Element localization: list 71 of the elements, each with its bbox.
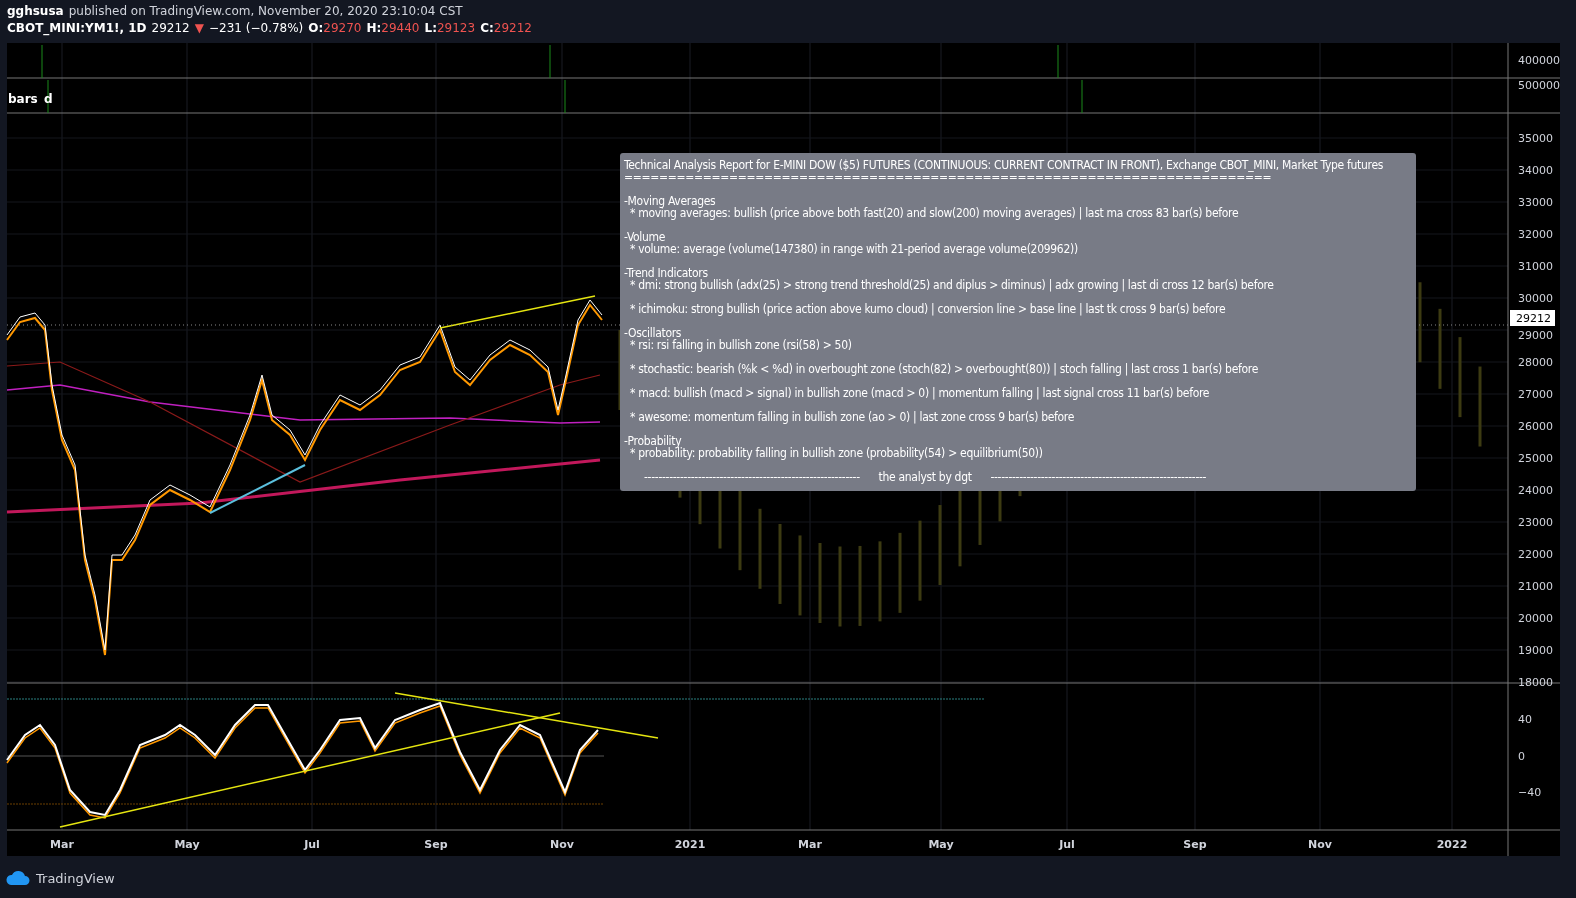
time-axis-label: 2022 [1436,838,1468,851]
price-axis-label: 19000 [1518,644,1553,657]
oscillator-axis-label: −40 [1518,786,1542,799]
report-line: * awesome: momentum falling in bullish zone (ao > 0) | last zone cross 9 bar(s) before [629,411,1076,423]
report-rule: ========================================================================== [624,171,1272,183]
report-heading: -Trend Indicators [624,267,708,279]
price-axis-label: 23000 [1518,516,1553,529]
time-axis-label: Mar [798,838,822,851]
report-line: * stochastic: bearish (%k < %d) in overbought zone (stoch(82) > overbought(80)) | stoch falling | last cross 1 bar(s) before [629,363,1259,375]
price-axis-label: 34000 [1518,164,1553,177]
price-change: −231 (−0.78%) [209,20,304,37]
price-axis-label: 24000 [1518,484,1553,497]
report-line: * dmi: strong bullish (adx(25) > strong trend threshold(25) and diplus > diminus) | adx growing | last di cross 12 bar(s) before [629,279,1275,291]
ohlc-value: 29270 [323,20,362,37]
price-axis-label: 28000 [1518,356,1553,369]
ohlc-value: 29212 [493,20,532,37]
time-axis-label: Nov [550,838,574,851]
ohlc-label: H: [366,20,382,37]
price-axis-label: 21000 [1518,580,1553,593]
oscillator-axis-label: 0 [1518,750,1525,763]
ohlc-value: 29440 [381,20,420,37]
price-axis-label: 25000 [1518,452,1553,465]
time-axis-label: Jul [304,838,320,851]
time-axis-label: Sep [1183,838,1207,851]
indicator-legend: bars [8,92,38,106]
symbol-label: CBOT_MINI:YM1!, 1D [7,20,147,37]
price-axis-label: 26000 [1518,420,1553,433]
report-heading: -Oscillators [624,327,682,339]
report-line: * probability: probability falling in bullish zone (probability(54) > equilibrium(50)) [630,447,1044,459]
publish-info: published on TradingView.com, November 20, 2020 23:10:04 CST [68,3,463,20]
price-axis-label: 30000 [1518,292,1553,305]
report-line: * moving averages: bullish (price above both fast(20) and slow(200) moving averages) | last ma cross 83 bar(s) before [630,207,1240,219]
report-line: * ichimoku: strong bullish (price action above kumo cloud) | conversion line > base line | last tk cross 9 bar(s) before [629,303,1227,315]
author-name[interactable]: gghsusa [7,3,64,20]
time-axis-label: Mar [50,838,74,851]
price-axis-label: 20000 [1518,612,1553,625]
price-axis-label: 22000 [1518,548,1553,561]
time-axis-label: 2021 [674,838,706,851]
cloud-logo-icon [6,870,30,886]
current-price-badge: 29212 [1510,310,1555,326]
report-line: * rsi: rsi falling in bullish zone (rsi(58) > 50) [629,339,853,351]
report-heading: -Volume [624,231,666,243]
report-signature: ------------------------------------------------------------ the analyst by dgt ------------------------------------------------------------ [643,471,1208,483]
change-direction-symbol: ▼ [194,20,204,37]
price-axis-label: 18000 [1518,676,1553,689]
price-axis-label: 33000 [1518,196,1553,209]
report-heading: -Probability [624,435,682,447]
ohlc-label: L: [424,20,437,37]
time-axis-label: Nov [1308,838,1332,851]
ohlc-label: O: [308,20,324,37]
time-axis-label: Sep [424,838,448,851]
report-heading: -Moving Averages [624,195,717,207]
time-axis-label: Jul [1059,838,1075,851]
report-line: * macd: bullish (macd > signal) in bullish zone (macd > 0) | momentum falling | last signal cross 11 bar(s) before [629,387,1211,399]
price-axis-label: 27000 [1518,388,1553,401]
brand-name[interactable]: TradingView [36,870,115,886]
time-axis-label: May [928,838,954,851]
price-axis-label: 35000 [1518,132,1553,145]
time-axis-label: May [174,838,200,851]
report-title: Technical Analysis Report for E-MINI DOW ($5) FUTURES (CONTINUOUS: CURRENT CONTRACT IN FRONT), Exchange CBOT_MINI, Market Type futures [624,159,1385,171]
volume-axis-label: 500000 [1518,79,1560,92]
ohlc-label: C: [480,20,494,37]
volume-axis-label: 400000 [1518,54,1560,67]
report-line: * volume: average (volume(147380) in range with 21-period average volume(209962)) [629,243,1079,255]
price-axis-label: 29000 [1518,329,1553,342]
price-axis-label: 32000 [1518,228,1553,241]
last-price: 29212 [151,20,190,37]
indicator-legend: d [44,92,53,106]
price-axis-label: 31000 [1518,260,1553,273]
ohlc-value: 29123 [436,20,476,37]
oscillator-axis-label: 40 [1518,713,1532,726]
